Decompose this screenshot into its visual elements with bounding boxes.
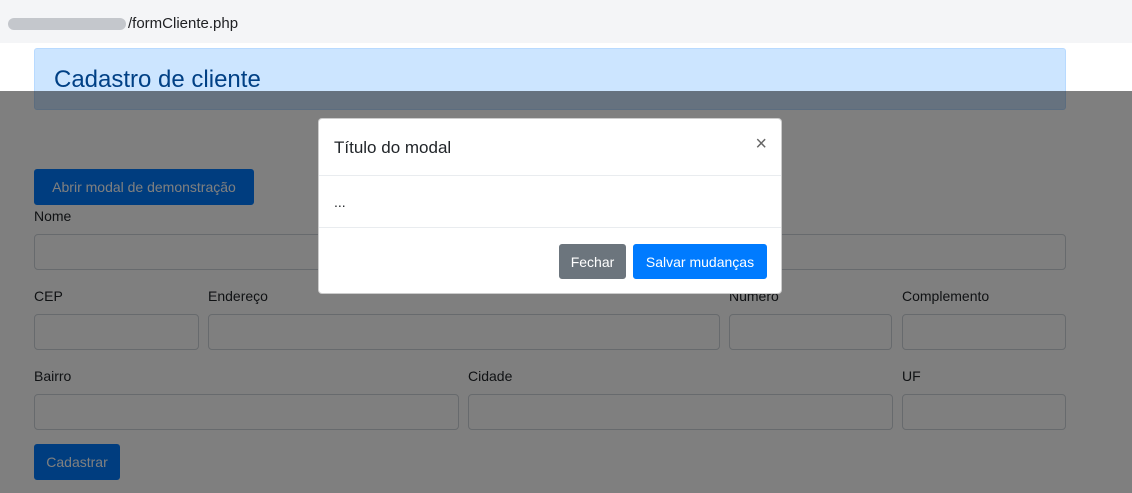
- modal-footer: Fechar Salvar mudanças: [319, 228, 781, 294]
- address-url[interactable]: /formCliente.php: [8, 15, 238, 32]
- url-path: /formCliente.php: [128, 15, 239, 32]
- close-modal-button[interactable]: Fechar: [559, 244, 626, 279]
- redacted-url-segment: [8, 18, 126, 31]
- modal-dialog: Título do modal × ... Fechar Salvar muda…: [318, 118, 782, 294]
- address-bar[interactable]: /formCliente.php: [0, 0, 1132, 44]
- page-title: Cadastro de cliente: [54, 66, 261, 93]
- save-changes-button[interactable]: Salvar mudanças: [633, 244, 767, 279]
- close-icon[interactable]: ×: [755, 134, 767, 154]
- modal-body-text: ...: [334, 194, 346, 210]
- modal-body: ...: [319, 176, 781, 228]
- modal-title: Título do modal: [334, 138, 452, 157]
- modal-header: Título do modal ×: [319, 119, 781, 176]
